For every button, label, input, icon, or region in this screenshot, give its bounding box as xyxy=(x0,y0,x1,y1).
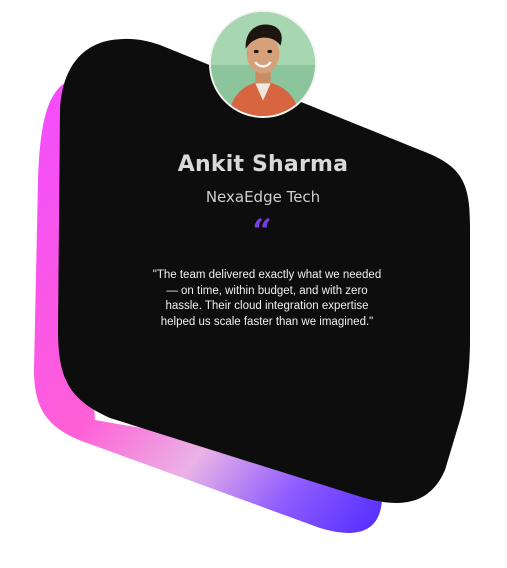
testimonial-quote: "The team delivered exactly what we need… xyxy=(152,269,382,328)
avatar xyxy=(209,10,317,118)
quote-icon: “ xyxy=(252,212,272,252)
testimonial-card-container: Ankit Sharma NexaEdge Tech “ "The team d… xyxy=(0,0,507,568)
user-avatar-icon xyxy=(211,12,315,116)
reviewer-company: NexaEdge Tech xyxy=(205,188,321,206)
reviewer-name: Ankit Sharma xyxy=(177,152,349,177)
